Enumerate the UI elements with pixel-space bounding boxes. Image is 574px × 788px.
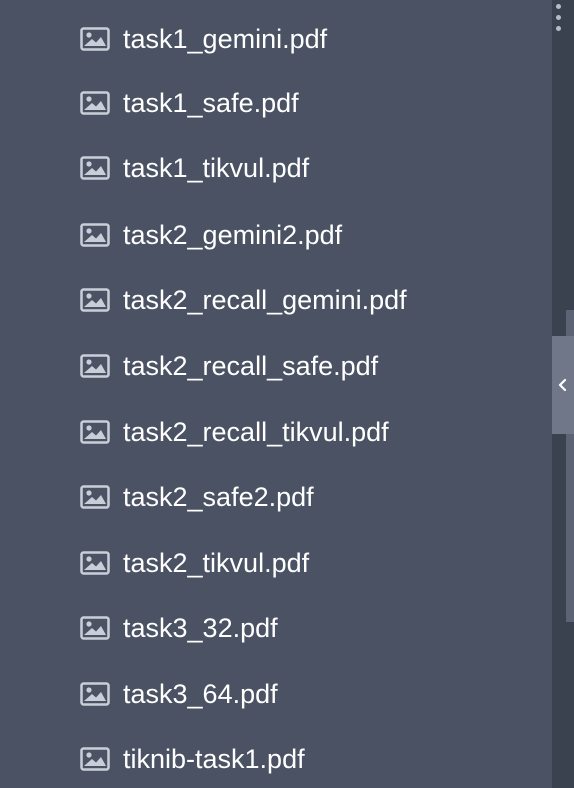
vertical-dots-icon[interactable] (556, 4, 564, 37)
image-icon (80, 223, 110, 247)
image-icon (80, 288, 110, 312)
file-item[interactable]: task1_safe.pdf (80, 83, 540, 123)
image-icon (80, 551, 110, 575)
file-item[interactable]: task1_tikvul.pdf (80, 148, 540, 188)
image-icon (80, 91, 110, 115)
file-name: task1_safe.pdf (123, 88, 299, 118)
file-item[interactable]: task2_tikvul.pdf (80, 543, 540, 583)
file-item[interactable]: tiknib-task1.pdf (80, 739, 540, 779)
file-item[interactable]: task3_64.pdf (80, 674, 540, 714)
image-icon (80, 420, 110, 444)
image-icon (80, 682, 110, 706)
file-name: task2_recall_tikvul.pdf (123, 417, 389, 447)
image-icon (80, 156, 110, 180)
file-name: task2_tikvul.pdf (123, 548, 310, 578)
file-name: task2_recall_safe.pdf (123, 351, 379, 381)
file-item[interactable]: task2_recall_tikvul.pdf (80, 412, 540, 452)
image-icon (80, 747, 110, 771)
image-icon (80, 27, 110, 51)
file-item[interactable]: task2_recall_safe.pdf (80, 346, 540, 386)
file-name: task2_gemini2.pdf (123, 220, 343, 250)
file-item[interactable]: task3_32.pdf (80, 608, 540, 648)
file-item[interactable]: task1_gemini.pdf (80, 19, 540, 59)
file-name: task1_gemini.pdf (123, 24, 328, 54)
image-icon (80, 485, 110, 509)
image-icon (80, 616, 110, 640)
chevron-left-icon (558, 378, 567, 392)
file-name: tiknib-task1.pdf (123, 744, 305, 774)
file-name: task2_recall_gemini.pdf (123, 285, 407, 315)
image-icon (80, 354, 110, 378)
file-name: task1_tikvul.pdf (123, 153, 310, 183)
file-item[interactable]: task2_safe2.pdf (80, 477, 540, 517)
file-name: task2_safe2.pdf (123, 482, 314, 512)
file-item[interactable]: task2_recall_gemini.pdf (80, 280, 540, 320)
file-list: task1_gemini.pdf task1_safe.pdf task1_tikv… (0, 0, 552, 788)
file-item[interactable]: task2_gemini2.pdf (80, 215, 540, 255)
file-name: task3_64.pdf (123, 679, 278, 709)
file-name: task3_32.pdf (123, 613, 278, 643)
collapse-panel-button[interactable] (552, 336, 574, 434)
